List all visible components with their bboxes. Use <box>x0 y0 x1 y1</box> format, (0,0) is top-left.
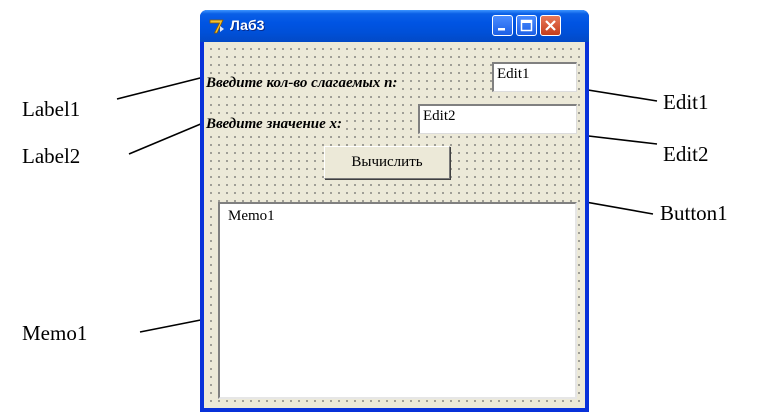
window-title: Лаб3 <box>230 17 265 33</box>
label1: Введите кол-во слагаемых n: <box>206 74 398 92</box>
callout-label2: Label2 <box>22 144 81 168</box>
delphi-7-icon <box>209 19 224 34</box>
callout-edit1: Edit1 <box>663 90 709 114</box>
callout-memo1: Memo1 <box>22 321 88 345</box>
calculate-button[interactable]: Вычислить <box>324 146 450 179</box>
label2: Введите значение x: <box>206 115 343 133</box>
minimize-button[interactable] <box>492 15 513 36</box>
close-button[interactable] <box>540 15 561 36</box>
form-client-area: Введите кол-во слагаемых n: Edit1 Введит… <box>204 42 585 408</box>
callout-button1: Button1 <box>660 201 728 225</box>
maximize-icon <box>520 19 533 32</box>
form-window: Лаб3 Введите кол-во слагаемых n: Edit1 В… <box>200 10 589 412</box>
memo1-textarea[interactable]: Memo1 <box>218 202 577 399</box>
edit2-input[interactable]: Edit2 <box>418 104 577 134</box>
title-bar[interactable]: Лаб3 <box>200 10 589 42</box>
leader-label1 <box>116 75 209 100</box>
callout-edit2: Edit2 <box>663 142 709 166</box>
close-icon <box>545 20 556 31</box>
callout-label1: Label1 <box>22 97 81 121</box>
minimize-icon <box>498 28 505 31</box>
edit1-input[interactable]: Edit1 <box>492 62 577 92</box>
maximize-button[interactable] <box>516 15 537 36</box>
